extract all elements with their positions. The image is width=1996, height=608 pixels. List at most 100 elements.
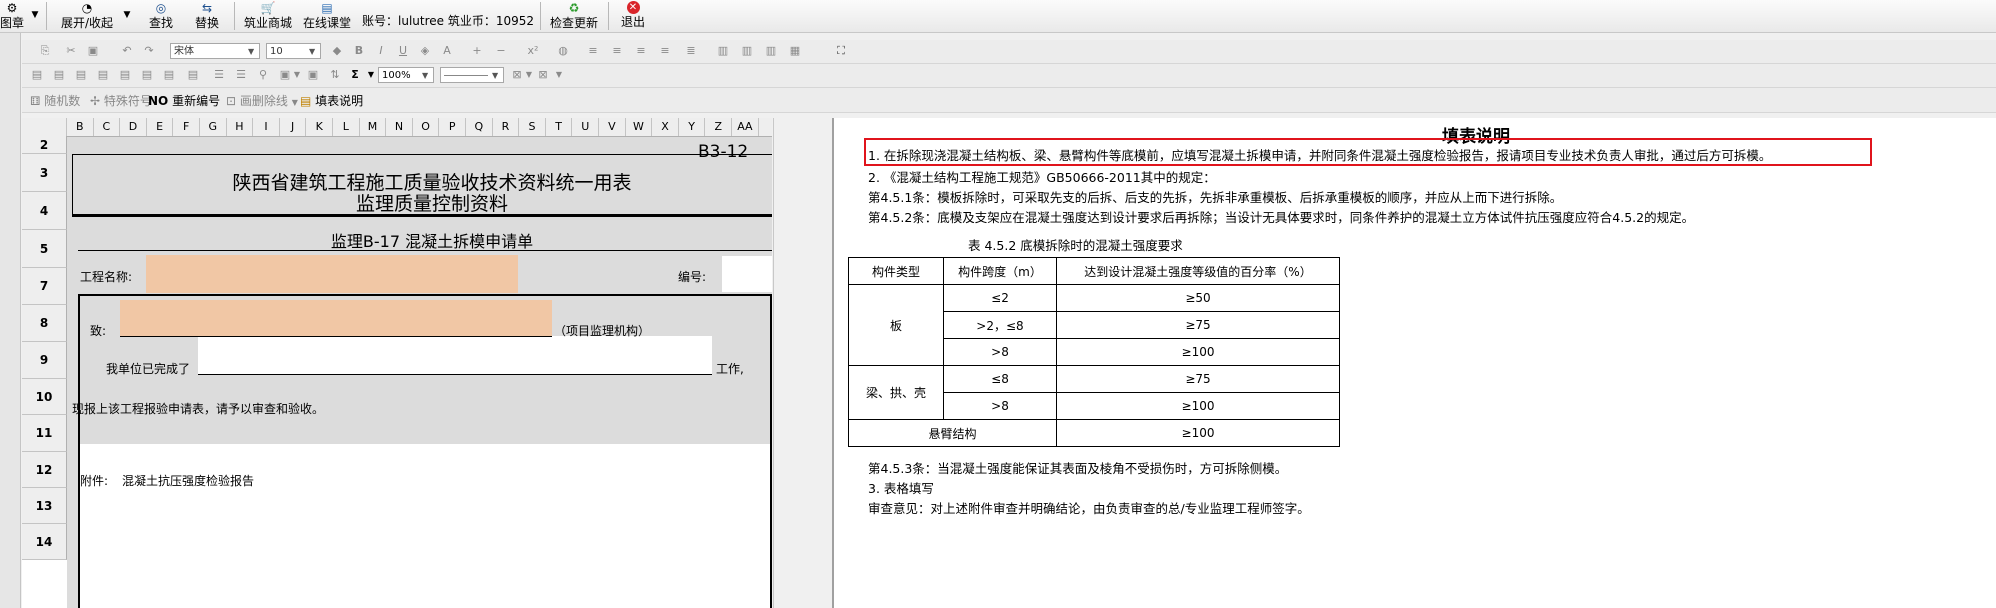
column-header-cell[interactable]: O — [413, 118, 440, 136]
italic-icon[interactable]: I — [374, 44, 388, 58]
row-header-cell[interactable]: 3 — [22, 154, 67, 192]
column-icon[interactable]: ▥ — [764, 44, 778, 58]
column-header-cell[interactable]: AA — [732, 118, 759, 136]
column-icon[interactable]: ▥ — [740, 44, 754, 58]
paste-icon[interactable]: ▣ — [86, 44, 100, 58]
font-color-icon[interactable]: A — [440, 44, 454, 58]
undo-icon[interactable]: ↶ — [120, 44, 134, 58]
column-header-cell[interactable]: N — [386, 118, 413, 136]
plus-icon[interactable]: + — [470, 44, 484, 58]
renumber-button[interactable]: NO 重新编号 — [148, 92, 220, 109]
column-header-cell[interactable]: G — [200, 118, 227, 136]
column-header-cell[interactable]: F — [173, 118, 200, 136]
format-icon[interactable]: ▤ — [140, 68, 154, 82]
format-icon[interactable]: ▤ — [74, 68, 88, 82]
row-header-cell[interactable]: 2 — [22, 136, 67, 154]
align-left-icon[interactable]: ≡ — [586, 44, 600, 58]
column-header-cell[interactable]: U — [572, 118, 600, 136]
row-header-cell[interactable]: 9 — [22, 342, 67, 379]
column-header-cell[interactable]: H — [227, 118, 254, 136]
column-header-cell[interactable]: M — [360, 118, 387, 136]
expand-dropdown-button[interactable]: ▼ — [120, 0, 134, 32]
replace-button[interactable]: ⇆ 替换 — [192, 0, 222, 32]
justify-icon[interactable]: ≡ — [658, 44, 672, 58]
chevron-down-icon[interactable]: ▼ — [522, 68, 536, 82]
special-symbol-button[interactable]: ✢ 特殊符号 — [90, 92, 152, 109]
column-header-cell[interactable]: Q — [466, 118, 493, 136]
row-header-cell[interactable]: 4 — [22, 192, 67, 230]
shop-button[interactable]: 🛒 筑业商城 — [242, 0, 294, 32]
cut-icon[interactable]: ✂ — [64, 44, 78, 58]
column-header-cell[interactable]: L — [333, 118, 360, 136]
column-header-cell[interactable]: R — [493, 118, 520, 136]
symbol-icon[interactable]: ◍ — [556, 44, 570, 58]
superscript-icon[interactable]: x² — [526, 44, 540, 58]
align-right-icon[interactable]: ≡ — [634, 44, 648, 58]
column-header-cell[interactable]: X — [652, 118, 679, 136]
exit-button[interactable]: ✕ 退出 — [618, 0, 648, 32]
row-header-cell[interactable]: 13 — [22, 488, 67, 524]
row-header-cell[interactable]: 8 — [22, 305, 67, 342]
sort-icon[interactable]: ⇅ — [328, 68, 342, 82]
column-header-cell[interactable]: W — [626, 118, 653, 136]
corner-cell[interactable] — [22, 118, 67, 136]
stamp-dropdown-button[interactable]: ▼ — [28, 0, 42, 32]
paint-icon[interactable]: ◆ — [330, 44, 344, 58]
online-class-button[interactable]: ▤ 在线课堂 — [300, 0, 354, 32]
expand-collapse-button[interactable]: ◔ 展开/收起 — [56, 0, 118, 32]
column-header-cell[interactable]: D — [120, 118, 147, 136]
picture-icon[interactable]: ▣ — [306, 68, 320, 82]
supervisor-org-field[interactable] — [120, 300, 552, 337]
find-button[interactable]: ◎ 查找 — [146, 0, 176, 32]
column-header-cell[interactable]: P — [439, 118, 467, 136]
copy-icon[interactable]: ⎘ — [38, 44, 52, 58]
row-header-cell[interactable]: 10 — [22, 379, 67, 415]
indent-icon[interactable]: ☰ — [234, 68, 248, 82]
font-name-select[interactable]: 宋体 ▼ — [170, 43, 260, 59]
column-header-cell[interactable]: E — [147, 118, 174, 136]
column-header-cell[interactable]: J — [280, 118, 307, 136]
distribute-icon[interactable]: ≣ — [684, 44, 698, 58]
format-icon[interactable]: ▤ — [186, 68, 200, 82]
chevron-down-icon[interactable]: ▼ — [552, 68, 566, 82]
chevron-down-icon[interactable]: ▼ — [290, 68, 304, 82]
column-header-cell[interactable]: S — [519, 118, 546, 136]
column-header-cell[interactable]: Z — [705, 118, 733, 136]
fill-instructions-button[interactable]: ▤ 填表说明 — [300, 92, 363, 109]
border-icon[interactable]: ⊠ — [536, 68, 550, 82]
chevron-down-icon[interactable]: ▼ — [364, 68, 378, 82]
column-header-cell[interactable]: T — [546, 118, 573, 136]
format-icon[interactable]: ▤ — [96, 68, 110, 82]
font-size-select[interactable]: 10 ▼ — [266, 43, 321, 59]
sum-icon[interactable]: Σ — [348, 68, 362, 82]
row-header-cell[interactable]: 7 — [22, 268, 67, 305]
column-header-cell[interactable]: Y — [679, 118, 706, 136]
minus-icon[interactable]: − — [494, 44, 508, 58]
stamp-button[interactable]: ⚙ 图章 — [0, 0, 24, 32]
column-header-cell[interactable]: V — [599, 118, 626, 136]
column-header-cell[interactable]: B — [67, 118, 94, 136]
format-icon[interactable]: ▤ — [118, 68, 132, 82]
bold-icon[interactable]: B — [352, 44, 366, 58]
format-icon[interactable]: ▤ — [30, 68, 44, 82]
format-icon[interactable]: ▤ — [162, 68, 176, 82]
column-header-cell[interactable]: C — [94, 118, 121, 136]
align-center-icon[interactable]: ≡ — [610, 44, 624, 58]
fill-color-icon[interactable]: ◈ — [418, 44, 432, 58]
column-header-cell[interactable]: K — [306, 118, 334, 136]
number-field[interactable] — [722, 256, 772, 292]
line-spacing-icon[interactable]: ☰ — [212, 68, 226, 82]
line-style-select[interactable]: ▼ — [440, 67, 504, 83]
completed-work-field[interactable] — [198, 336, 712, 375]
row-header-cell[interactable]: 5 — [22, 230, 67, 268]
delete-line-button[interactable]: ⊡ 画删除线 ▼ — [226, 92, 298, 109]
check-update-button[interactable]: ♻ 检查更新 — [546, 0, 602, 32]
table-icon[interactable]: ▦ — [788, 44, 802, 58]
format-icon[interactable]: ▤ — [52, 68, 66, 82]
column-icon[interactable]: ▥ — [716, 44, 730, 58]
zoom-select[interactable]: 100% ▼ — [378, 67, 434, 83]
panel-splitter[interactable] — [773, 118, 832, 608]
link-icon[interactable]: ⚲ — [256, 68, 270, 82]
column-header-cell[interactable]: I — [253, 118, 280, 136]
row-header-cell[interactable]: 11 — [22, 415, 67, 452]
